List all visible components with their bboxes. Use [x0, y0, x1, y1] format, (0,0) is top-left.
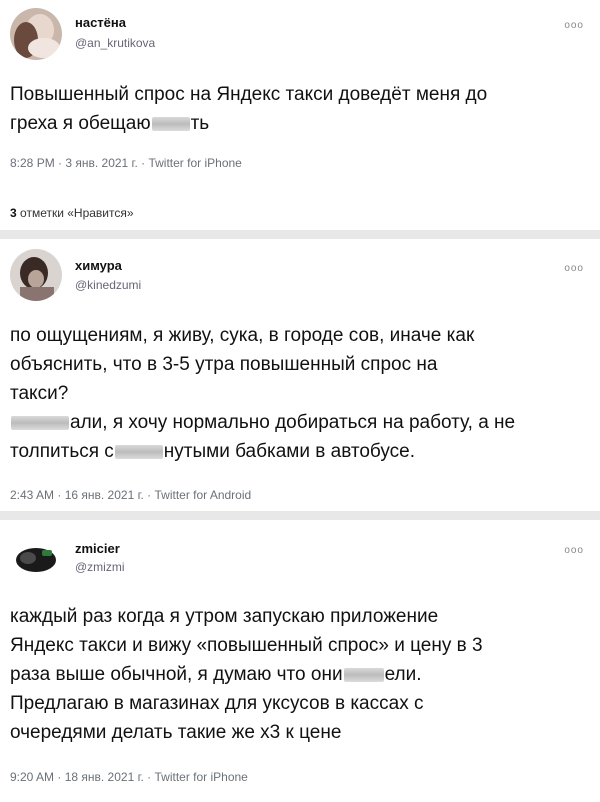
tweet-3: zmicier @zmizmi ooo каждый раз когда я у… — [0, 520, 600, 802]
censor-blur — [343, 667, 384, 682]
separator — [0, 230, 600, 239]
censor-blur — [114, 444, 163, 459]
tweet-text: Повышенный спрос на Яндекс такси доведёт… — [10, 84, 488, 134]
tweet-text: каждый раз когда я утром запускаю прилож… — [10, 606, 483, 743]
tweet-text: по ощущениям, я живу, сука, в городе сов… — [10, 325, 516, 462]
censor-blur — [151, 116, 190, 131]
more-options-icon[interactable]: ooo — [564, 263, 584, 274]
likes-count[interactable]: 3 отметки «Нравится» — [10, 206, 134, 220]
tweet-1: настёна @an_krutikova ooo Повышенный спр… — [0, 0, 600, 230]
censor-blur — [11, 415, 69, 430]
tweet-timestamp[interactable]: 2:43 AM · 16 янв. 2021 г. · Twitter for … — [10, 488, 251, 502]
tweet-timestamp[interactable]: 9:20 AM · 18 янв. 2021 г. · Twitter for … — [10, 770, 248, 784]
user-handle[interactable]: @an_krutikova — [75, 36, 155, 50]
tweet-2: химура @kinedzumi ooo по ощущениям, я жи… — [0, 239, 600, 511]
user-handle[interactable]: @kinedzumi — [75, 278, 141, 292]
avatar[interactable] — [10, 8, 62, 60]
avatar[interactable] — [10, 249, 62, 301]
user-handle[interactable]: @zmizmi — [75, 560, 125, 574]
display-name[interactable]: zmicier — [75, 541, 120, 556]
avatar[interactable] — [10, 530, 62, 582]
separator — [0, 511, 600, 520]
tweet-timestamp[interactable]: 8:28 PM · 3 янв. 2021 г. · Twitter for i… — [10, 156, 242, 170]
display-name[interactable]: химура — [75, 258, 122, 273]
more-options-icon[interactable]: ooo — [564, 545, 584, 556]
display-name[interactable]: настёна — [75, 15, 126, 30]
more-options-icon[interactable]: ooo — [564, 20, 584, 31]
